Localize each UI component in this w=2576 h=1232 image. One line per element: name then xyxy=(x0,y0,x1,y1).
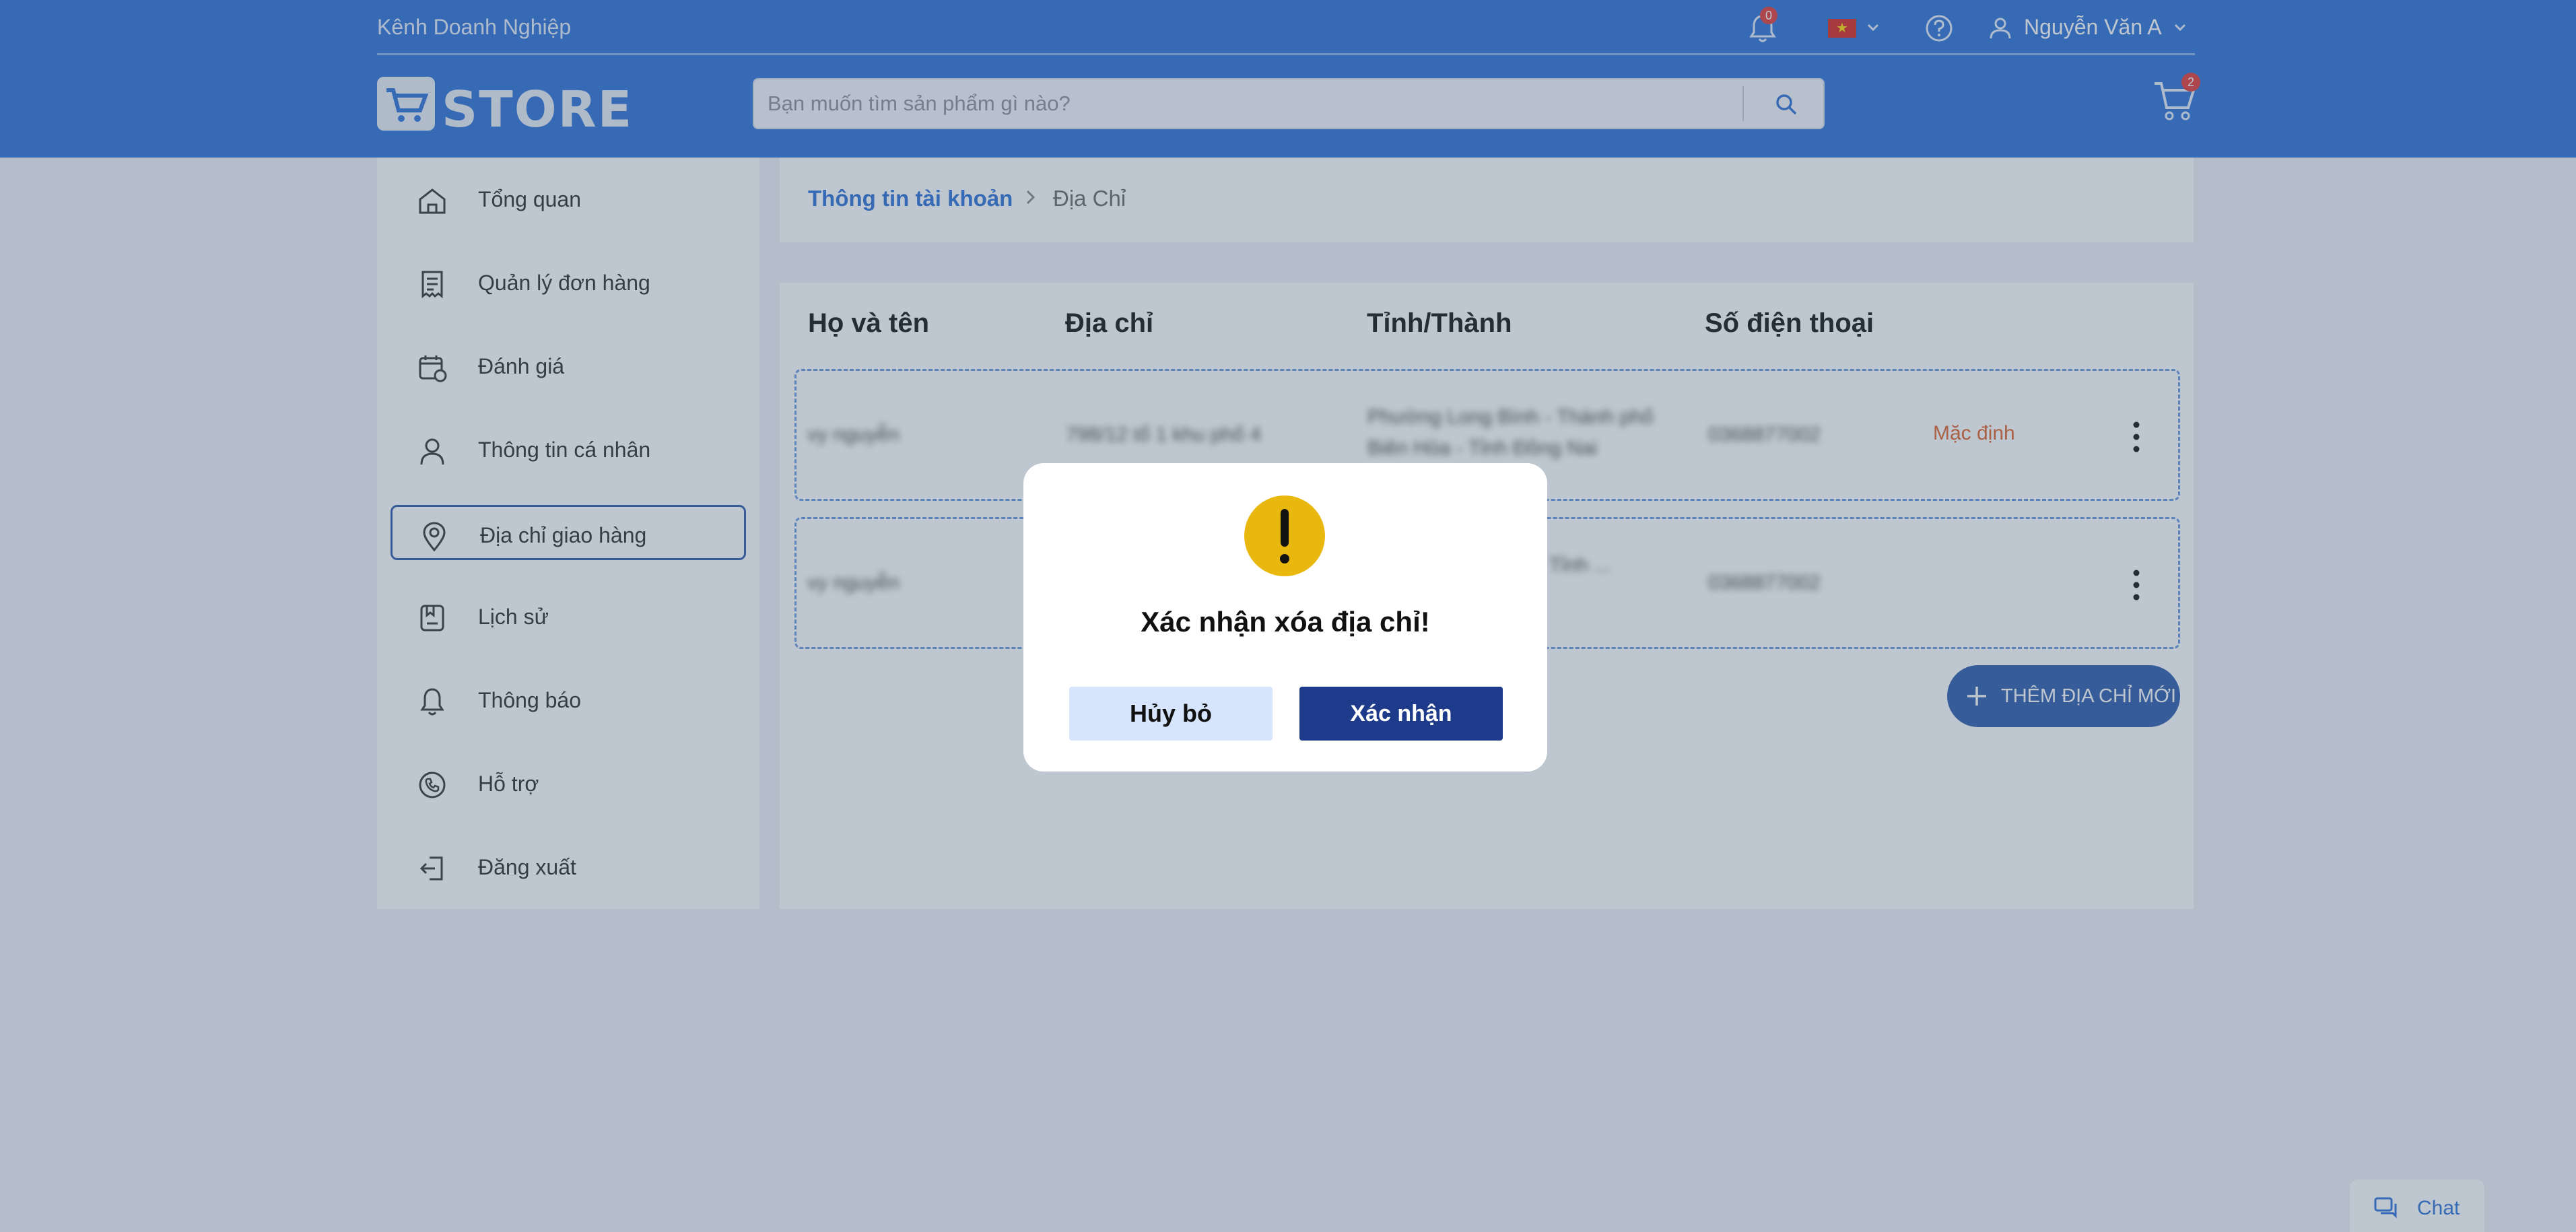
confirm-delete-dialog: Xác nhận xóa địa chỉ! Hủy bỏ Xác nhận xyxy=(1023,463,1547,772)
dialog-title: Xác nhận xóa địa chỉ! xyxy=(1141,606,1430,638)
cancel-button[interactable]: Hủy bỏ xyxy=(1069,687,1273,741)
confirm-button[interactable]: Xác nhận xyxy=(1299,687,1503,741)
warning-icon xyxy=(1244,495,1325,576)
